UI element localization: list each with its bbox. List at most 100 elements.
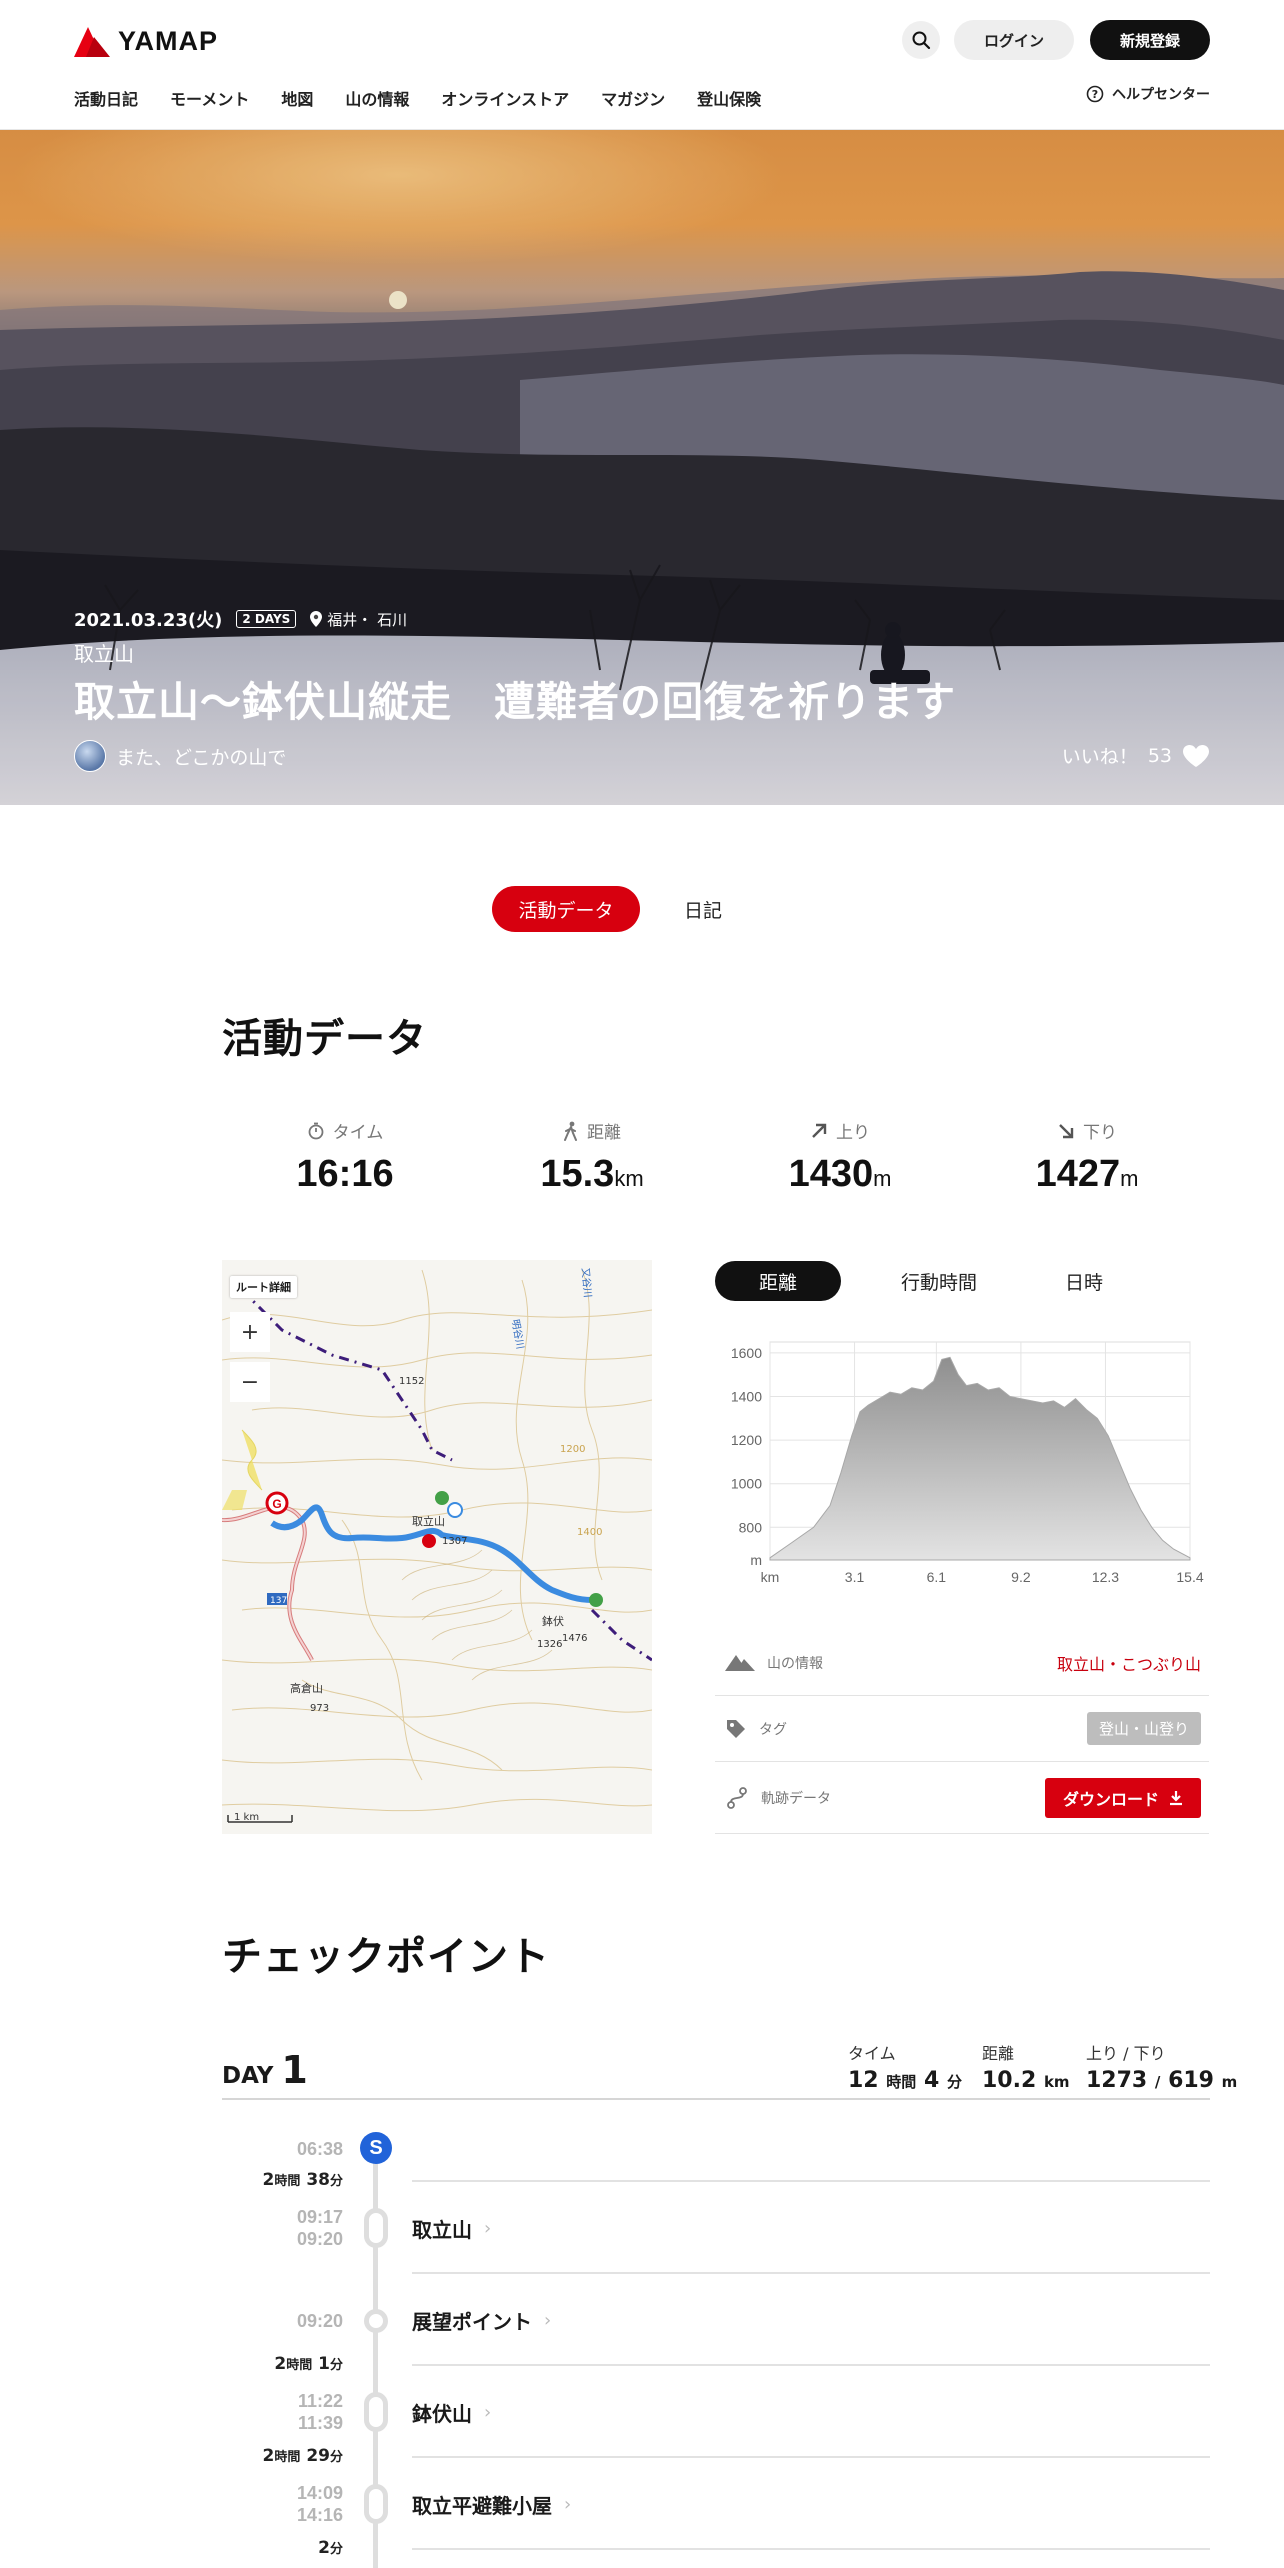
tag-label: タグ <box>759 1721 787 1738</box>
svg-text:?: ? <box>1092 88 1098 101</box>
checkpoint-divider <box>412 2548 1210 2550</box>
help-center-link[interactable]: ? ヘルプセンター <box>1086 84 1210 104</box>
nav-item-map[interactable]: 地図 <box>281 86 313 110</box>
route-map[interactable]: 137 G 取立山 1307 1152 鉢伏 1326 1476 高倉山 973… <box>222 1260 652 1834</box>
stat-time-label: タイム <box>332 1123 384 1143</box>
prefecture: 福井・ 石川 <box>310 609 407 630</box>
like-count: 53 <box>1147 744 1172 767</box>
duration-1-min-unit: 分 <box>329 2174 343 2189</box>
stat-ascent-value: 1430 <box>788 1153 874 1195</box>
mountain-name[interactable]: 取立山 <box>74 638 134 667</box>
checkpoint-2-link[interactable]: 展望ポイント › <box>412 2306 551 2335</box>
zoom-in-button[interactable]: + <box>230 1312 270 1352</box>
checkpoint-4-arrive: 14:09 <box>296 2483 343 2503</box>
tag-badge[interactable]: 登山・山登り <box>1086 1712 1201 1745</box>
day-updown-label: 上り / 下り <box>1086 2044 1166 2063</box>
chart-tab-distance[interactable]: 距離 <box>715 1261 841 1301</box>
nav-item-magazine[interactable]: マガジン <box>601 86 665 110</box>
hero-section: 2021.03.23(火) 2 DAYS 福井・ 石川 取立山 取立山～鉢伏山縦… <box>0 130 1284 805</box>
nav-item-moment[interactable]: モーメント <box>170 86 249 110</box>
svg-text:G: G <box>272 1497 281 1511</box>
stat-descent-value: 1427 <box>1035 1153 1121 1195</box>
day-prefix: DAY <box>222 2063 274 2089</box>
goal-marker: G <box>265 1491 289 1515</box>
stat-descent: 下り 1427m <box>987 1118 1187 1196</box>
zoom-out-button[interactable]: − <box>230 1362 270 1402</box>
checkpoint-4-depart: 14:16 <box>296 2505 343 2525</box>
day-distance-value: 10.2 <box>982 2068 1037 2093</box>
duration-2-minutes: 1 <box>318 2354 330 2374</box>
map-label-1152: 1152 <box>399 1376 424 1387</box>
stat-distance-value: 15.3 <box>540 1153 615 1195</box>
checkpoint-2-arrive: 09:20 <box>296 2311 343 2331</box>
download-label: ダウンロード <box>1062 1789 1159 1809</box>
duration-2-hour-unit: 時間 <box>286 2358 313 2373</box>
download-button[interactable]: ダウンロード <box>1045 1777 1201 1818</box>
nav-item-store[interactable]: オンラインストア <box>441 86 569 110</box>
prefecture-label[interactable]: 福井・ 石川 <box>327 609 407 630</box>
activity-title: 取立山～鉢伏山縦走 遭難者の回復を祈ります <box>74 678 956 726</box>
day-up-value: 1273 <box>1086 2068 1148 2093</box>
nav-item-mountain-info[interactable]: 山の情報 <box>345 86 409 110</box>
day-down-value: 619 <box>1168 2068 1214 2093</box>
duration-2-min-unit: 分 <box>329 2358 343 2373</box>
checkpoint-4-link[interactable]: 取立平避難小屋 › <box>412 2490 571 2519</box>
walker-icon <box>564 1121 577 1141</box>
day-distance-unit: km <box>1043 2073 1070 2091</box>
nav-item-activity[interactable]: 活動日記 <box>74 86 138 110</box>
like-button[interactable]: いいね！ 53 <box>1062 742 1210 769</box>
x-tick-label: 6.1 <box>927 1569 947 1585</box>
chart-tab-datetime[interactable]: 日時 <box>1065 1268 1103 1295</box>
checkpoint-1-link[interactable]: 取立山 › <box>412 2214 491 2243</box>
main-nav: 活動日記 モーメント 地図 山の情報 オンラインストア マガジン 登山保険 <box>74 86 761 110</box>
tab-diary[interactable]: 日記 <box>684 896 722 923</box>
chevron-right-icon: › <box>484 2402 492 2423</box>
activity-date: 2021.03.23(火) <box>74 610 223 631</box>
login-button[interactable]: ログイン <box>954 20 1074 60</box>
search-button[interactable] <box>902 21 940 59</box>
nav-item-insurance[interactable]: 登山保険 <box>697 86 761 110</box>
checkpoint-divider <box>412 2272 1210 2274</box>
duration-4-min-unit: 分 <box>329 2542 343 2557</box>
map-label-1400: 1400 <box>577 1527 602 1538</box>
checkpoint-1-node <box>364 2208 388 2248</box>
signup-button[interactable]: 新規登録 <box>1090 20 1210 60</box>
route-detail-button[interactable]: ルート詳細 <box>230 1276 297 1298</box>
checkpoint-divider <box>412 2364 1210 2366</box>
content-tabs: 活動データ 日記 <box>492 886 722 932</box>
stat-distance: 距離 15.3km <box>492 1118 692 1196</box>
duration-4-minutes: 2 <box>318 2538 330 2558</box>
day-header: DAY 1 タイム 12 時間 4 分 距離 10.2 km 上り / 下り 1… <box>222 2040 1237 2100</box>
map-label-973: 973 <box>310 1703 329 1714</box>
map-road-number: 137 <box>270 1596 287 1606</box>
checkpoint-divider <box>412 2456 1210 2458</box>
y-tick-label: 1000 <box>731 1476 762 1492</box>
x-tick-label: 15.4 <box>1176 1569 1203 1585</box>
checkpoint-3-link[interactable]: 鉢伏山 › <box>412 2398 491 2427</box>
location-pin-icon <box>310 611 323 627</box>
yamap-logo[interactable]: YAMAP <box>74 26 218 57</box>
user-link[interactable]: また、どこかの山で <box>74 740 286 772</box>
stopwatch-icon <box>308 1122 324 1139</box>
checkpoint-3-arrive: 11:22 <box>297 2391 343 2411</box>
mountain-info-link[interactable]: 取立山・こつぶり山 <box>1057 1651 1201 1675</box>
route-map-image: 137 G 取立山 1307 1152 鉢伏 1326 1476 高倉山 973… <box>222 1267 652 1823</box>
site-header: YAMAP ログイン 新規登録 活動日記 モーメント 地図 山の情報 オンライン… <box>0 0 1284 130</box>
activity-section-title: 活動データ <box>222 1016 427 1062</box>
checkpoint-4-name: 取立平避難小屋 <box>412 2494 552 2518</box>
duration-2-hours: 2 <box>274 2354 287 2374</box>
checkpoint-divider <box>412 2180 1210 2182</box>
day-updown-stat: 上り / 下り 1273 / 619 m <box>1086 2040 1237 2093</box>
y-tick-label: 1600 <box>731 1345 762 1361</box>
tab-activity-data[interactable]: 活動データ <box>492 886 640 932</box>
y-tick-label: 1400 <box>731 1389 762 1405</box>
mountain-logo-icon <box>74 26 110 57</box>
checkpoint-1-arrive: 09:17 <box>296 2207 343 2227</box>
day-distance-stat: 距離 10.2 km <box>982 2040 1070 2093</box>
chevron-right-icon: › <box>564 2494 572 2515</box>
avatar <box>74 740 106 772</box>
stat-time-value: 16:16 <box>296 1153 394 1195</box>
duration-1-minutes: 38 <box>306 2170 330 2190</box>
x-tick-label: 3.1 <box>845 1569 865 1585</box>
chart-tab-duration[interactable]: 行動時間 <box>901 1268 977 1295</box>
